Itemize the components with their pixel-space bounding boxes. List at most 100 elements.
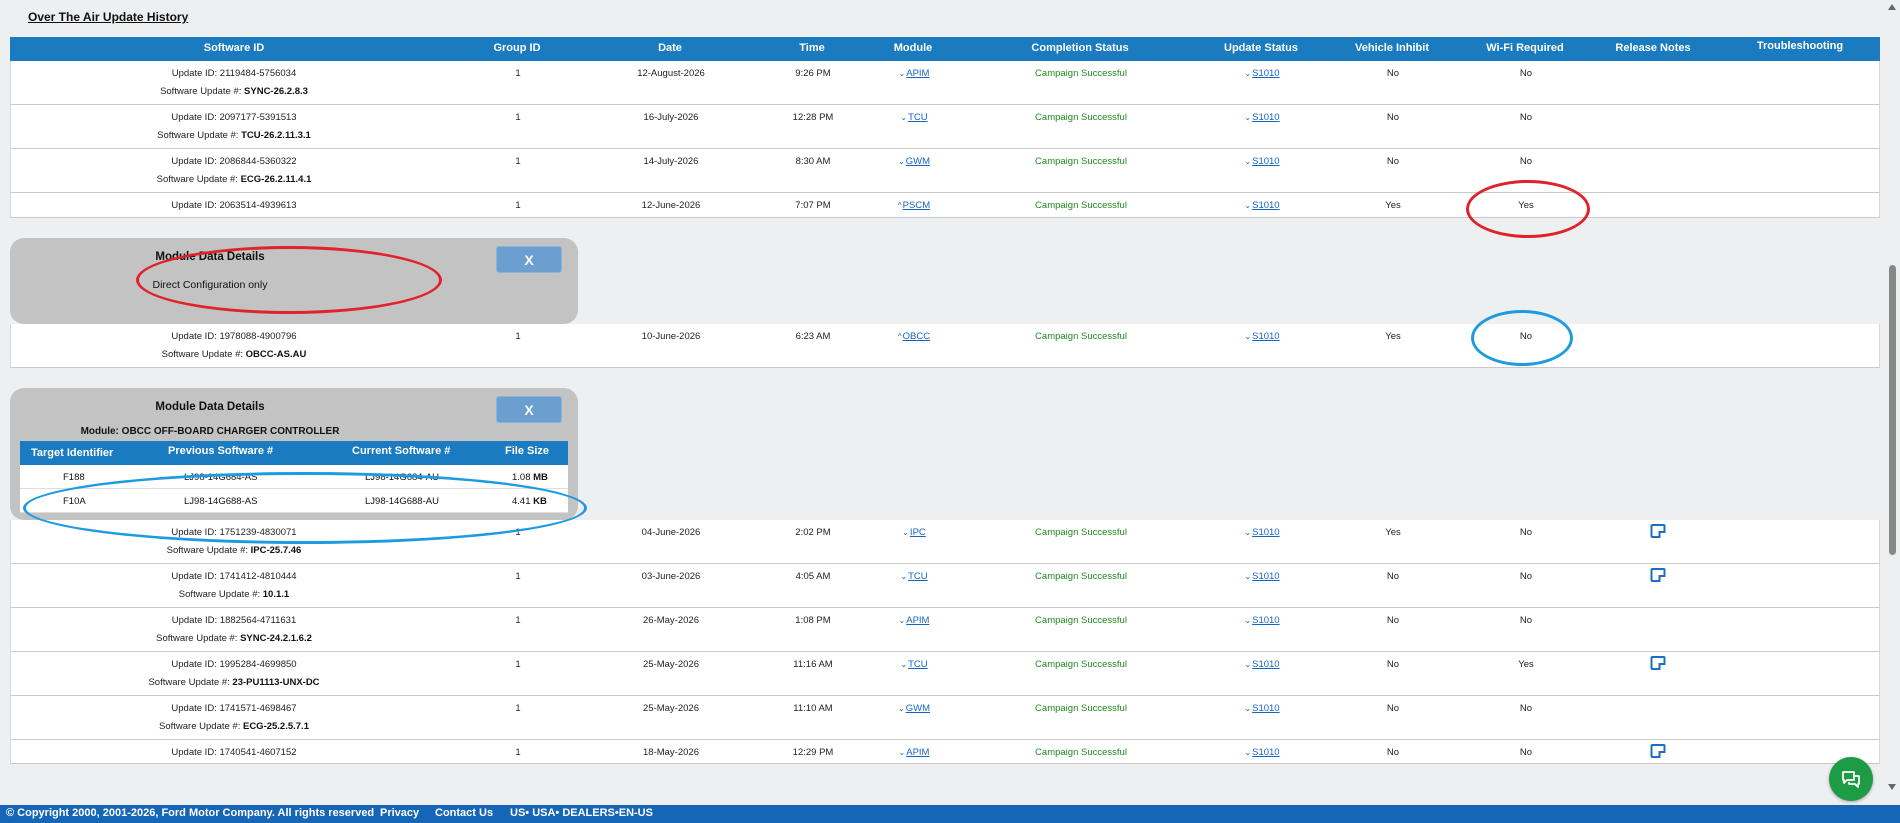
chevron-down-icon[interactable]: ⌄: [902, 528, 909, 537]
module-link[interactable]: ^PSCM: [898, 200, 930, 211]
copyright: © Copyright 2000, 2001-2026, Ford Motor …: [6, 807, 375, 819]
update-status-link[interactable]: ⌄S1010: [1244, 527, 1279, 538]
time: 12:28 PM: [792, 112, 834, 123]
locale-link[interactable]: US• USA• DEALERS•EN-US: [510, 807, 653, 819]
scroll-up-icon[interactable]: [1888, 4, 1896, 10]
software-update: Software Update #: SYNC-26.2.8.3: [160, 86, 308, 97]
module-link[interactable]: ⌄APIM: [899, 615, 930, 626]
privacy-link[interactable]: Privacy: [380, 807, 419, 819]
scroll-thumb[interactable]: [1889, 265, 1896, 555]
chevron-up-icon[interactable]: ^: [898, 332, 902, 341]
update-status-link[interactable]: ⌄S1010: [1244, 615, 1279, 626]
date: 14-July-2026: [643, 156, 699, 167]
software-update: Software Update #: TCU-26.2.11.3.1: [157, 130, 311, 141]
vehicle-inhibit: Yes: [1385, 200, 1401, 211]
wifi-required: No: [1519, 703, 1533, 714]
chevron-down-icon[interactable]: ⌄: [900, 572, 907, 581]
update-status-link[interactable]: ⌄S1010: [1244, 331, 1279, 342]
module-link[interactable]: ⌄GWM: [898, 156, 930, 167]
date: 18-May-2026: [643, 747, 699, 758]
contact-us-link[interactable]: Contact Us: [435, 807, 493, 819]
module-link[interactable]: ⌄APIM: [899, 68, 930, 79]
release-notes-icon[interactable]: [1650, 744, 1666, 758]
chevron-down-icon[interactable]: ⌄: [1244, 660, 1251, 669]
close-button[interactable]: X: [496, 246, 562, 273]
scroll-down-icon[interactable]: [1888, 784, 1896, 790]
vehicle-inhibit: No: [1386, 659, 1400, 670]
table-row: Update ID: 1741571-4698467 Software Upda…: [10, 696, 1880, 740]
software-update: Software Update #: ECG-26.2.11.4.1: [156, 174, 312, 185]
update-id: Update ID: 1741412-4810444: [171, 571, 297, 582]
target-identifier: F188: [63, 472, 85, 483]
chevron-down-icon[interactable]: ⌄: [899, 616, 906, 625]
col-module: Module: [893, 42, 933, 54]
completion-status: Campaign Successful: [1035, 200, 1127, 211]
update-id: Update ID: 2063514-4939613: [171, 200, 297, 211]
chevron-down-icon[interactable]: ⌄: [898, 704, 905, 713]
update-status-link[interactable]: ⌄S1010: [1244, 571, 1279, 582]
group-id: 1: [515, 68, 521, 79]
module-link[interactable]: ⌄TCU: [900, 571, 927, 582]
update-status-link[interactable]: ⌄S1010: [1244, 112, 1279, 123]
table-row: Update ID: 1882564-4711631 Software Upda…: [10, 608, 1880, 652]
module-link[interactable]: ⌄IPC: [902, 527, 926, 538]
module-link[interactable]: ^OBCC: [898, 331, 930, 342]
module-link[interactable]: ⌄TCU: [900, 659, 927, 670]
chevron-down-icon[interactable]: ⌄: [1244, 157, 1251, 166]
group-id: 1: [515, 156, 521, 167]
update-status-link[interactable]: ⌄S1010: [1244, 156, 1279, 167]
module-data-details-panel: Module Data Details X Module: OBCC OFF-B…: [10, 368, 1880, 520]
chevron-down-icon[interactable]: ⌄: [898, 157, 905, 166]
software-update: Software Update #: OBCC-AS.AU: [161, 349, 307, 360]
current-software: LJ98-14G684-AU: [365, 472, 439, 483]
release-notes-icon[interactable]: [1650, 656, 1666, 670]
module-link[interactable]: ⌄APIM: [899, 747, 930, 758]
table-row: Update ID: 1751239-4830071 Software Upda…: [10, 520, 1880, 564]
chevron-down-icon[interactable]: ⌄: [900, 113, 907, 122]
wifi-required: Yes: [1518, 659, 1534, 670]
update-status-link[interactable]: ⌄S1010: [1244, 68, 1279, 79]
chevron-down-icon[interactable]: ⌄: [1244, 748, 1251, 757]
chevron-up-icon[interactable]: ^: [898, 201, 902, 210]
chevron-down-icon[interactable]: ⌄: [900, 660, 907, 669]
group-id: 1: [515, 659, 521, 670]
module-link[interactable]: ⌄GWM: [898, 703, 930, 714]
date: 12-June-2026: [641, 200, 701, 211]
chevron-down-icon[interactable]: ⌄: [1244, 616, 1251, 625]
group-id: 1: [515, 747, 521, 758]
update-status-link[interactable]: ⌄S1010: [1244, 659, 1279, 670]
previous-software: LJ98-14G688-AS: [184, 496, 258, 507]
update-id: Update ID: 2086844-5360322: [171, 156, 297, 167]
chat-button[interactable]: [1829, 757, 1873, 801]
chevron-down-icon[interactable]: ⌄: [1244, 201, 1251, 210]
chevron-down-icon[interactable]: ⌄: [1244, 332, 1251, 341]
update-status-link[interactable]: ⌄S1010: [1244, 703, 1279, 714]
update-status-link[interactable]: ⌄S1010: [1244, 200, 1279, 211]
col-target-identifier: Target Identifier: [31, 447, 114, 459]
software-update: Software Update #: SYNC-24.2.1.6.2: [156, 633, 312, 644]
group-id: 1: [515, 615, 521, 626]
date: 25-May-2026: [643, 703, 699, 714]
software-update: Software Update #: IPC-25.7.46: [166, 545, 302, 556]
update-id: Update ID: 2119484-5756034: [171, 68, 297, 79]
chevron-down-icon[interactable]: ⌄: [899, 69, 906, 78]
release-notes-icon[interactable]: [1650, 568, 1666, 582]
col-troubleshooting: Troubleshooting: [1756, 40, 1844, 52]
completion-status: Campaign Successful: [1035, 68, 1127, 79]
chevron-down-icon[interactable]: ⌄: [1244, 704, 1251, 713]
release-notes-icon[interactable]: [1650, 524, 1666, 538]
date: 26-May-2026: [643, 615, 699, 626]
close-button[interactable]: X: [496, 396, 562, 423]
vehicle-inhibit: No: [1386, 112, 1400, 123]
chevron-down-icon[interactable]: ⌄: [899, 748, 906, 757]
chevron-down-icon[interactable]: ⌄: [1244, 528, 1251, 537]
update-status-link[interactable]: ⌄S1010: [1244, 747, 1279, 758]
chevron-down-icon[interactable]: ⌄: [1244, 572, 1251, 581]
vertical-scrollbar[interactable]: [1884, 0, 1900, 805]
time: 6:23 AM: [795, 331, 831, 342]
chevron-down-icon[interactable]: ⌄: [1244, 69, 1251, 78]
time: 7:07 PM: [795, 200, 831, 211]
module-link[interactable]: ⌄TCU: [900, 112, 927, 123]
module-software-table: Target Identifier Previous Software # Cu…: [20, 441, 568, 513]
chevron-down-icon[interactable]: ⌄: [1244, 113, 1251, 122]
